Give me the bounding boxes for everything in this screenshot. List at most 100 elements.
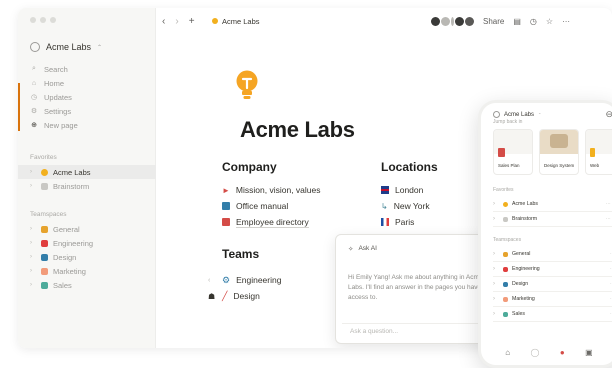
mobile-item-general[interactable]: ›General···	[493, 247, 612, 262]
locations-links: London ↳ New York Paris	[381, 182, 430, 230]
cursor-avatar-icon: ☗	[208, 291, 216, 301]
sidebar-item-acme-labs[interactable]: › Acme Labs	[18, 165, 156, 179]
statue-icon: ↳	[381, 201, 388, 211]
forward-icon[interactable]: ›	[175, 16, 178, 27]
sidebar-item-brainstorm[interactable]: › Brainstorm	[18, 179, 156, 193]
topbar-actions: Share ▤ ◷ ☆ ···	[431, 16, 570, 26]
sidebar-item-design[interactable]: › Design	[18, 250, 156, 264]
link-design[interactable]: ☗ ╱ Design	[208, 288, 281, 304]
uk-flag-icon	[381, 186, 389, 194]
link-london[interactable]: London	[381, 182, 430, 198]
sidebar-item-home[interactable]: ⌂ Home	[30, 76, 78, 90]
mobile-item-engineering[interactable]: ›Engineering···	[493, 262, 612, 277]
chevron-down-icon: ⌃	[97, 44, 103, 51]
chevron-right-icon: ›	[30, 282, 32, 288]
avatar	[441, 16, 450, 26]
search-icon[interactable]: ⊖	[605, 109, 612, 120]
gear-icon: ⚙	[222, 274, 231, 285]
recent-card[interactable]: Design System	[539, 129, 579, 175]
recent-card[interactable]: Web	[585, 129, 612, 175]
chevron-right-icon: ›	[30, 183, 32, 189]
marketing-icon	[503, 296, 508, 302]
teamspaces-label: Teamspaces	[30, 211, 67, 218]
general-icon	[41, 225, 48, 233]
locations-heading: Locations	[381, 160, 438, 174]
jump-back-label: Jump back in	[493, 119, 523, 125]
avatar	[431, 16, 440, 26]
mobile-item-brainstorm[interactable]: ›Brainstorm··· +	[493, 212, 612, 227]
updates-icon: ◷	[30, 94, 38, 101]
sidebar-item-marketing[interactable]: › Marketing	[18, 264, 156, 278]
chevron-left-icon: ‹	[208, 276, 211, 284]
comments-icon[interactable]: ▤	[513, 17, 521, 26]
link-paris[interactable]: Paris	[381, 214, 430, 230]
link-employee-directory[interactable]: Employee directory	[222, 214, 320, 230]
more-icon[interactable]: ··· +	[606, 216, 612, 222]
sidebar-item-settings[interactable]: ⚙ Settings	[30, 104, 78, 118]
share-button[interactable]: Share	[483, 17, 504, 26]
sidebar-item-new-page[interactable]: ⊕ New page	[30, 118, 78, 132]
mobile-item-design[interactable]: ›Design···	[493, 277, 612, 292]
workspace-switcher[interactable]: Acme Labs ⌃	[30, 42, 102, 52]
mobile-tab-bar: ⌂ ◯ ● ▣	[481, 345, 612, 359]
sales-icon	[503, 311, 508, 317]
link-office-manual[interactable]: Office manual	[222, 198, 320, 214]
general-icon	[503, 251, 508, 257]
workspace-name: Acme Labs	[46, 42, 92, 52]
window-controls[interactable]	[30, 17, 56, 23]
mobile-item-sales[interactable]: ›Sales···	[493, 307, 612, 322]
chevron-right-icon: ›	[493, 201, 495, 207]
chevron-right-icon: ›	[493, 311, 495, 317]
chevron-right-icon: ›	[493, 266, 495, 272]
company-heading: Company	[222, 160, 277, 174]
favorites-label: Favorites	[30, 154, 57, 161]
workspace-icon	[30, 42, 40, 52]
mobile-app: Acme Labs ⌃ ⊖ Jump back in Sales Plan De…	[478, 100, 612, 368]
book-icon	[222, 202, 230, 210]
sidebar-accent	[18, 83, 20, 131]
history-icon[interactable]: ◷	[530, 17, 537, 26]
sidebar-item-general[interactable]: › General	[18, 222, 156, 236]
mobile-item-marketing[interactable]: ›Marketing···	[493, 292, 612, 307]
plus-icon: ⊕	[31, 122, 37, 129]
search-icon[interactable]: ◯	[531, 348, 540, 357]
chevron-right-icon: ›	[493, 281, 495, 287]
collaborator-avatars[interactable]	[431, 16, 474, 26]
more-icon[interactable]: ···	[562, 17, 570, 26]
design-icon	[503, 281, 508, 287]
recent-card[interactable]: Sales Plan	[493, 129, 533, 175]
ask-ai-input[interactable]: Ask a question...	[342, 323, 498, 339]
sidebar-item-updates[interactable]: ◷ Updates	[30, 90, 78, 104]
home-icon[interactable]: ⌂	[505, 348, 510, 357]
book-icon	[498, 148, 505, 157]
sidebar-nav: ⌕ Search ⌂ Home ◷ Updates ⚙ Settings ⊕ New pa…	[30, 62, 78, 132]
sidebar-item-sales[interactable]: › Sales	[18, 278, 156, 292]
avatar	[465, 16, 474, 26]
mobile-teamspaces-label: Teamspaces	[493, 237, 522, 243]
sidebar-item-engineering[interactable]: › Engineering	[18, 236, 156, 250]
new-page-icon[interactable]: +	[189, 16, 195, 27]
back-icon[interactable]: ‹	[162, 16, 165, 27]
link-mission[interactable]: ► Mission, vision, values	[222, 182, 320, 198]
mobile-favorites-label: Favorites	[493, 187, 514, 193]
more-icon[interactable]: ··· +	[606, 201, 612, 207]
engineering-icon	[41, 239, 48, 247]
search-icon: ⌕	[32, 65, 36, 72]
chevron-right-icon: ›	[30, 240, 32, 246]
mobile-teamspaces-list: ›General··· ›Engineering··· ›Design··· ›…	[493, 247, 612, 322]
card-cover	[586, 130, 612, 157]
mobile-item-acme-labs[interactable]: ›Acme Labs··· +	[493, 197, 612, 212]
breadcrumb[interactable]: Acme Labs	[212, 17, 260, 26]
link-engineering[interactable]: ‹ ⚙ Engineering	[208, 272, 281, 288]
mobile-workspace-switcher[interactable]: Acme Labs ⌃	[493, 111, 541, 118]
link-new-york[interactable]: ↳ New York	[381, 198, 430, 214]
sidebar-item-search[interactable]: ⌕ Search	[30, 62, 78, 76]
compose-icon[interactable]: ▣	[585, 348, 593, 357]
inbox-icon[interactable]: ●	[560, 348, 565, 357]
chevron-right-icon: ›	[493, 251, 495, 257]
settings-icon: ⚙	[30, 108, 38, 115]
recent-cards: Sales Plan Design System Web	[493, 129, 612, 175]
star-icon[interactable]: ☆	[546, 17, 553, 26]
topbar: ‹ › + Acme Labs Share ▤ ◷ ☆ ···	[156, 8, 612, 34]
design-icon	[41, 253, 48, 261]
